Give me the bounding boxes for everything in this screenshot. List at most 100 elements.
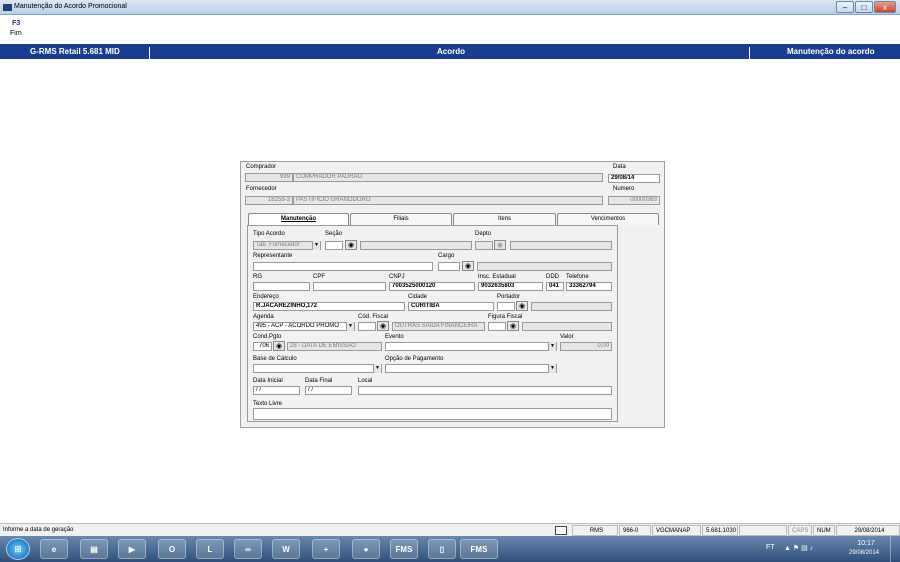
cidade-field[interactable]: CURITIBA [408,302,494,311]
header-screen: Acordo [437,47,465,56]
numero-field: 00000363 [608,196,660,205]
start-button[interactable]: ⊞ [6,538,30,560]
representante-field[interactable] [253,262,433,271]
cond-pgto-code-field[interactable]: 706 [253,342,272,351]
window-title: Manutenção do Acordo Promocional [14,3,127,10]
menu-item-fim[interactable]: Fim [10,30,22,37]
binoculars-icon[interactable]: ◉ [516,301,528,311]
binoculars-icon[interactable]: ◉ [273,341,285,351]
fms-app-button[interactable]: FMS [390,539,418,559]
evento-select[interactable] [385,342,557,351]
status-code: 966-0 [619,525,651,536]
tab-filiais[interactable]: Filiais [350,213,452,225]
header-divider [149,47,150,62]
local-label: Local [358,378,373,384]
cargo-field[interactable] [438,262,460,271]
tab-itens[interactable]: Itens [453,213,556,225]
minimize-button[interactable]: – [836,1,854,13]
comprador-code-field[interactable]: 999 [245,173,293,182]
depto-label: Depto [475,231,492,237]
figura-fiscal-name-field [522,322,612,331]
figura-fiscal-field[interactable] [488,322,506,331]
secao-field[interactable] [325,241,343,250]
outlook-icon[interactable]: O [158,539,186,559]
media-icon[interactable]: ▶ [118,539,146,559]
language-indicator[interactable]: FT [766,544,775,551]
binoculars-icon[interactable]: ◉ [494,240,506,250]
addon-icon[interactable]: + [312,539,340,559]
agenda-select[interactable]: 495 - ACP - ACORDO PROMO [253,322,355,331]
binoculars-icon[interactable]: ◉ [462,261,474,271]
texto-livre-field[interactable] [253,408,612,420]
header-function: Manutenção do acordo [787,47,875,56]
rms-icon[interactable]: ● [352,539,380,559]
telefone-field[interactable]: 33362794 [566,282,612,291]
rg-label: RG [253,274,262,280]
tray-icons[interactable]: ▲ ⚑ ▤ ♪ [784,544,813,552]
fms-app-button[interactable]: FMS [460,539,498,559]
valor-field[interactable]: 0,00 [560,342,612,351]
cidade-label: Cidade [408,294,428,300]
telefone-label: Telefone [566,274,589,280]
rg-field[interactable] [253,282,310,291]
header-divider [749,47,750,62]
lync-icon[interactable]: L [196,539,224,559]
app-icon [3,4,12,11]
show-desktop-button[interactable] [890,536,900,562]
cpf-field[interactable] [313,282,386,291]
window-titlebar: Manutenção do Acordo Promocional – □ x [0,0,900,15]
insc-estadual-field[interactable]: 9032635803 [478,282,543,291]
clock-date[interactable]: 29/08/2014 [842,550,886,556]
ie-icon[interactable]: e [40,539,68,559]
tab-vencimentos[interactable]: Vencimentos [557,213,659,225]
local-field[interactable] [358,386,612,395]
endereco-field[interactable]: R.JACAREZINHO,172 [253,302,405,311]
chevron-down-icon[interactable]: ▼ [548,342,556,351]
status-message: Informe a data de geração [3,527,74,533]
status-app: RMS [572,525,618,536]
maximize-button[interactable]: □ [855,1,873,13]
portador-field[interactable] [497,302,515,311]
data-final-label: Data Final [305,378,333,384]
texto-livre-label: Texto Livre [253,401,283,407]
menu-shortcut-f3[interactable]: F3 [12,20,20,27]
chevron-down-icon[interactable]: ▼ [312,241,320,250]
cnpj-label: CNPJ [389,274,405,280]
opcao-pagamento-label: Opção de Pagamento [385,356,444,362]
chevron-down-icon[interactable]: ▼ [373,364,381,373]
document-icon [555,526,567,535]
chevron-down-icon[interactable]: ▼ [548,364,556,373]
chevron-down-icon[interactable]: ▼ [346,322,354,331]
explorer-icon[interactable]: ▤ [80,539,108,559]
ddd-field[interactable]: 041 [546,282,564,291]
menu-bar: F3 Fim [0,15,900,43]
portador-name-field [531,302,612,311]
data-final-field[interactable]: / / [305,386,352,395]
binoculars-icon[interactable]: ◉ [507,321,519,331]
clock-time[interactable]: 10:17 [848,540,884,547]
portador-label: Portador [497,294,521,300]
base-calculo-label: Base de Cálculo [253,356,297,362]
data-field[interactable]: 29/08/14 [608,174,660,183]
status-user: VGCMANAP [652,525,701,536]
binoculars-icon[interactable]: ◉ [345,240,357,250]
fornecedor-code-field[interactable]: 18258-3 [245,196,293,205]
infinity-icon[interactable]: ∞ [234,539,262,559]
cnpj-field[interactable]: 7003525000120 [389,282,475,291]
fornecedor-name-field: PASTIFICIO GRANODORO [293,196,603,205]
status-date: 29/08/2014 [836,525,900,536]
close-button[interactable]: x [874,1,896,13]
depto-field[interactable] [475,241,493,250]
opcao-pagamento-select[interactable] [385,364,557,373]
cod-fiscal-field[interactable] [358,322,376,331]
base-calculo-select[interactable] [253,364,382,373]
word-icon[interactable]: W [272,539,300,559]
binoculars-icon[interactable]: ◉ [377,321,389,331]
tablet-icon[interactable]: ▯ [428,539,456,559]
figura-fiscal-label: Figura Fiscal [488,314,523,320]
data-inicial-field[interactable]: / / [253,386,300,395]
tipo-acordo-select[interactable]: Tab. Fornecedor [253,241,321,250]
comprador-label: Comprador [246,164,277,170]
status-empty [739,525,787,536]
header-product: G-RMS Retail 5.681 MID [30,47,120,56]
